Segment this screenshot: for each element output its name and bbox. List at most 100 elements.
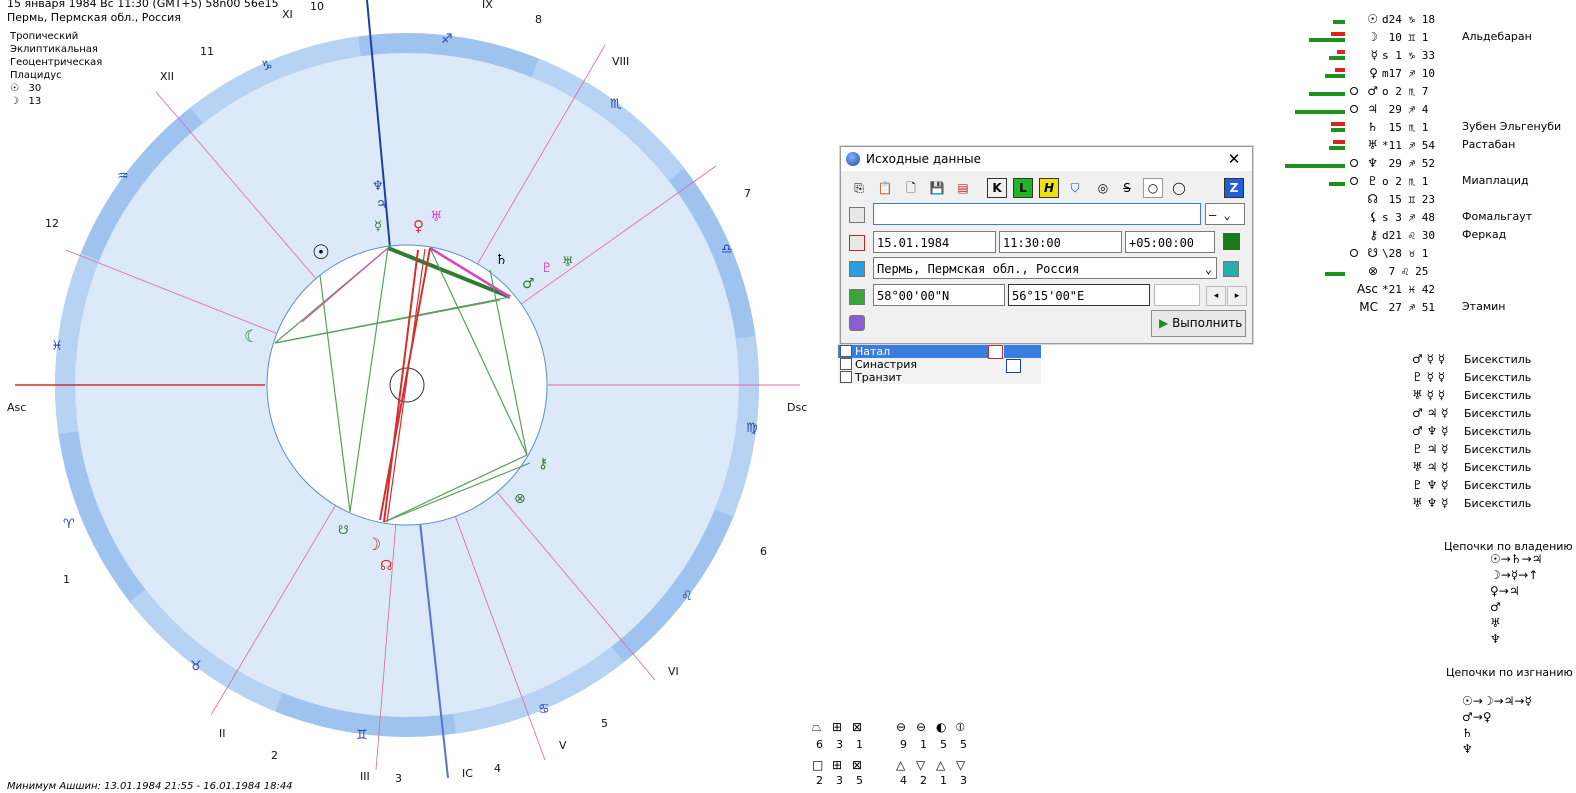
natal-edit-icon[interactable]: [988, 345, 1003, 359]
table-icon[interactable]: ▤: [953, 178, 973, 198]
h-button[interactable]: H: [1039, 178, 1059, 198]
tab-synastry[interactable]: Синастрия: [840, 358, 917, 371]
planet-position: 29 ♐ 52: [1382, 157, 1435, 170]
moon-button-icon[interactable]: ◎: [1093, 178, 1113, 198]
planet-strength-bar-green: [1309, 92, 1345, 96]
cancer-glyph: ♋: [538, 702, 550, 717]
aspect-name: Бисекстиль: [1464, 407, 1532, 420]
planet-position: o 2 ♏ 1: [1382, 175, 1429, 188]
circle-large-icon[interactable]: ◯: [1169, 178, 1189, 198]
planet-symbol: ☉: [1367, 12, 1378, 26]
aspect-name: Бисекстиль: [1464, 479, 1532, 492]
map-icon[interactable]: [849, 261, 865, 277]
venus-glyph: ♀: [413, 217, 424, 235]
chart-type-list[interactable]: ✔ Натал Синастрия Транзит: [838, 345, 1041, 384]
shield-icon[interactable]: ⛉: [1065, 178, 1085, 198]
gender-select[interactable]: – ⌄: [1205, 203, 1245, 225]
aspect-row: ♅ ♃ ☿ Бисекстиль: [1412, 460, 1531, 474]
synastry-edit-icon[interactable]: [1006, 359, 1021, 373]
chain-row: ♆: [1462, 742, 1473, 756]
planet-row: ⊗ 7 ♌ 25: [1352, 264, 1428, 282]
place-field[interactable]: Пермь, Пермская обл., Россия ⌄: [873, 257, 1217, 279]
name-input[interactable]: [873, 203, 1201, 225]
planet-symbol: ⚷: [1369, 228, 1378, 242]
neptune-glyph: ♆: [372, 179, 384, 194]
triangle-down-icon: ▽: [916, 758, 926, 772]
chevron-right-icon[interactable]: ▸: [1227, 286, 1247, 306]
coords-icon[interactable]: [849, 289, 865, 305]
circle-small-icon[interactable]: ○: [1143, 178, 1163, 198]
triangle-up-icon: △: [896, 758, 906, 772]
checkbox-checked[interactable]: ✔: [840, 345, 852, 357]
chain-row: ♅: [1490, 616, 1501, 630]
stat-count: 3: [960, 774, 967, 787]
aspect-symbols: ♇ ♃ ☿: [1412, 442, 1449, 456]
stat-count: 5: [856, 774, 863, 787]
l-button[interactable]: L: [1013, 178, 1033, 198]
play-icon: ▶: [1159, 316, 1169, 330]
planet-symbol: ⚸: [1369, 210, 1378, 224]
planet-row: ♄ 15 ♏ 1 Зубен Эльгенуби: [1352, 120, 1561, 138]
house-label: III: [360, 770, 370, 783]
latitude-field[interactable]: 58°00'00"N: [873, 284, 1005, 306]
planet-strength-bar-red: [1335, 68, 1345, 72]
paste-icon[interactable]: 📋: [875, 178, 895, 198]
aspect-symbols: ♅ ♆ ☿: [1412, 496, 1449, 510]
calendar-icon[interactable]: [849, 235, 865, 251]
settings-icon[interactable]: [849, 315, 865, 331]
node-north-glyph: ☊: [380, 558, 392, 574]
aspect-name: Бисекстиль: [1464, 389, 1532, 402]
close-icon[interactable]: ✕: [1222, 147, 1246, 171]
natal-chart-wheel[interactable]: ☉ ♆ ♃ ☿ ♀ ♅ ♄ ♂ ♇ ♅ ☾ ⚷ ⊗ ☋ ☽ ☊ ♐ ♑ ♒ ♓ …: [0, 0, 820, 793]
planet-row: ♀ m17 ♐ 10: [1352, 66, 1435, 84]
node-south-glyph: ☋: [338, 523, 349, 537]
date-field[interactable]: 15.01.1984: [873, 231, 996, 253]
tab-natal-label: Натал: [855, 345, 891, 358]
planet-strength-bar-green: [1285, 164, 1345, 168]
save-icon[interactable]: 💾: [927, 178, 947, 198]
tab-transit-label: Транзит: [855, 371, 903, 384]
aspect-name: Бисекстиль: [1464, 425, 1532, 438]
extra-field[interactable]: [1154, 284, 1200, 306]
planet-symbol: ♀: [1369, 66, 1378, 80]
checkbox-unchecked[interactable]: [840, 358, 852, 370]
source-data-dialog[interactable]: Исходные данные ✕ ⎘ 📋 🗋 💾 ▤ K L H ⛉ ◎ S̶…: [840, 146, 1253, 344]
ic-label: IC: [462, 767, 473, 780]
time-field[interactable]: 11:30:00: [999, 231, 1122, 253]
globe-map-icon[interactable]: [1223, 261, 1239, 277]
status-square-icon[interactable]: [1223, 233, 1240, 250]
planet-row: ⚷ d21 ♌ 30 Феркад: [1352, 228, 1506, 246]
aspect-symbols: ♇ ☿ ☿: [1412, 370, 1446, 384]
tab-natal[interactable]: ✔ Натал: [840, 345, 890, 358]
planet-symbol: ⊗: [1367, 264, 1378, 278]
dsc-label: Dsc: [787, 401, 807, 414]
aspect-symbols: ♇ ♆ ☿: [1412, 478, 1449, 492]
house-label: 3: [395, 772, 402, 785]
planet-strength-bar-green: [1295, 110, 1345, 114]
planet-position: s 1 ♑ 33: [1382, 49, 1435, 62]
house-label: 1: [63, 573, 70, 586]
copy-icon[interactable]: ⎘: [849, 178, 869, 198]
k-button[interactable]: K: [987, 178, 1007, 198]
stat-count: 5: [960, 738, 967, 751]
z-button[interactable]: Z: [1224, 178, 1244, 198]
strike-button-icon[interactable]: S̶: [1117, 178, 1137, 198]
house-label: VI: [668, 665, 679, 678]
planet-position: 27 ♐ 51: [1382, 301, 1435, 314]
chevron-left-icon[interactable]: ◂: [1206, 286, 1226, 306]
jupiter-glyph: ♃: [376, 197, 388, 212]
new-file-icon[interactable]: 🗋: [901, 178, 921, 198]
aspect-name: Бисекстиль: [1464, 461, 1532, 474]
tab-transit[interactable]: Транзит: [840, 371, 902, 384]
longitude-field[interactable]: 56°15'00"E: [1008, 284, 1150, 306]
sun-glyph: ☉: [312, 240, 330, 264]
planet-strength-bar-green: [1331, 128, 1345, 132]
saturn-glyph: ♄: [495, 252, 508, 268]
checkbox-unchecked[interactable]: [840, 371, 852, 383]
dialog-titlebar[interactable]: Исходные данные ✕: [841, 147, 1252, 171]
planet-row: ♅ *11 ♐ 54 Растабан: [1352, 138, 1515, 156]
timezone-field[interactable]: +05:00:00: [1125, 231, 1215, 253]
stat-count: 1: [940, 774, 947, 787]
mercury-glyph: ☿: [374, 219, 382, 234]
run-button[interactable]: ▶ Выполнить: [1151, 310, 1246, 337]
